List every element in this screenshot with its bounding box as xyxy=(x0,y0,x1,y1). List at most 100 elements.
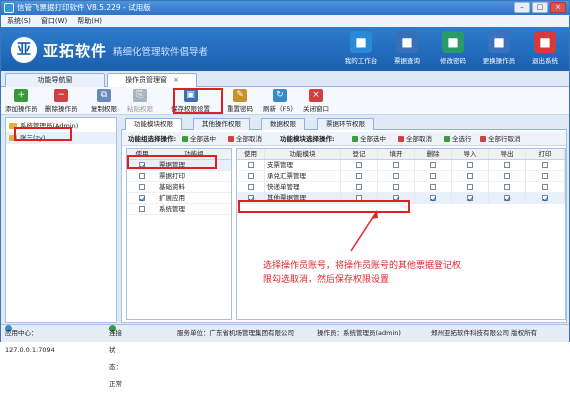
toolbar-icon: ✎ xyxy=(233,89,247,102)
monitor-icon: ■ xyxy=(350,31,372,53)
menu-bar: 系统(S) 窗口(W) 帮助(H) xyxy=(1,15,569,27)
group-select-all-button[interactable]: 全部选中 xyxy=(182,132,216,146)
module-checkbox[interactable] xyxy=(356,173,362,179)
module-checkbox[interactable] xyxy=(247,195,254,201)
annotation-text: 选择操作员账号，将操作员账号的其他票据登记权限勾选取消，然后保存权限设置 xyxy=(263,261,462,285)
menu-help[interactable]: 帮助(H) xyxy=(77,15,102,27)
tab-module-permissions[interactable]: 功能模块权限 xyxy=(125,118,182,130)
toolbar-label: 复制权限 xyxy=(91,105,117,113)
module-checkbox[interactable] xyxy=(393,162,399,168)
toolbar-button-2[interactable]: ⧉ 复制权限 xyxy=(91,88,117,113)
toolbar-icon: ⎘ xyxy=(133,89,147,102)
menu-system[interactable]: 系统(S) xyxy=(7,15,31,27)
module-name: 支票管理 xyxy=(265,160,341,170)
module-checkbox[interactable] xyxy=(393,195,399,201)
module-checkbox[interactable] xyxy=(542,184,548,190)
topnav-item[interactable]: ■ 票据查询 xyxy=(387,31,427,65)
module-checkbox[interactable] xyxy=(247,184,254,190)
tab-document-stage-permissions[interactable]: 票据环节权限 xyxy=(317,118,374,130)
topnav-label: 我的工作台 xyxy=(344,57,378,65)
group-checkbox[interactable] xyxy=(139,184,145,190)
toolbar-button-6[interactable]: ↻ 刷新（F5） xyxy=(263,88,297,113)
module-checkbox[interactable] xyxy=(504,173,510,179)
topnav-item[interactable]: ■ 我的工作台 xyxy=(341,31,381,65)
module-checkbox[interactable] xyxy=(247,162,254,168)
header-banner: 亚 亚拓软件 精细化管理软件倡导者 ■ 我的工作台 ■ 票据查询 ■ 修改密码 ■ 更换操作员… xyxy=(1,27,569,71)
module-checkbox[interactable] xyxy=(356,162,362,168)
toolbar-label: 粘贴权限 xyxy=(127,105,153,113)
group-row[interactable]: 票据管理 xyxy=(127,160,231,171)
module-col-header: 删除 xyxy=(415,149,452,159)
toolbar-icon: ▣ xyxy=(183,89,198,102)
tab-operator-manage[interactable]: 操作员管理窗 × xyxy=(107,73,197,87)
module-checkbox[interactable] xyxy=(542,162,548,168)
module-checkbox[interactable] xyxy=(356,195,362,201)
toolbar-label: 关闭窗口 xyxy=(303,105,329,113)
module-row[interactable]: 其他票据管理 xyxy=(237,193,565,204)
close-tab-icon[interactable]: × xyxy=(173,76,179,84)
module-checkbox[interactable] xyxy=(467,195,473,201)
toolbar-button-5[interactable]: ✎ 重置密码 xyxy=(227,88,253,113)
toolbar-label: 重置密码 xyxy=(227,105,253,113)
module-select-all-button[interactable]: 全部选中 xyxy=(352,132,386,146)
tab-other-permissions[interactable]: 其他操作权限 xyxy=(193,118,250,130)
module-checkbox[interactable] xyxy=(430,195,436,201)
minimize-button[interactable]: – xyxy=(514,2,530,13)
module-checkbox[interactable] xyxy=(430,184,436,190)
module-checkbox[interactable] xyxy=(356,184,362,190)
module-checkbox[interactable] xyxy=(467,184,473,190)
module-checkbox[interactable] xyxy=(504,184,510,190)
main-tab-strip: 功能导航窗 操作员管理窗 × xyxy=(1,71,569,87)
module-checkbox[interactable] xyxy=(247,173,254,179)
group-checkbox[interactable] xyxy=(139,195,145,201)
close-button[interactable]: × xyxy=(550,2,566,13)
topnav-item[interactable]: ■ 修改密码 xyxy=(433,31,473,65)
title-bar: 信管飞票据打印软件 V8.5.229 - 试用版 – □ × xyxy=(1,1,569,15)
tab-data-permissions[interactable]: 数据权限 xyxy=(261,118,305,130)
module-col-header: 导入 xyxy=(452,149,489,159)
group-checkbox[interactable] xyxy=(139,162,145,168)
group-checkbox[interactable] xyxy=(139,173,145,179)
group-row[interactable]: 票据打印 xyxy=(127,171,231,182)
module-row[interactable]: 支票管理 xyxy=(237,160,565,171)
maximize-button[interactable]: □ xyxy=(532,2,548,13)
module-checkbox[interactable] xyxy=(504,195,510,201)
module-checkbox[interactable] xyxy=(393,173,399,179)
toolbar: + 添加操作员 − 删除操作员 ⧉ 复制权限 ⎘ 粘贴权限 ▣ 保存权限设置 ✎ 重置密码 ↻ 刷新（F5… xyxy=(1,87,569,115)
toolbar-button-7[interactable]: × 关闭窗口 xyxy=(303,88,329,113)
module-row[interactable]: 承兑汇票管理 xyxy=(237,171,565,182)
module-checkbox[interactable] xyxy=(430,162,436,168)
group-cancel-all-button[interactable]: 全部取消 xyxy=(228,132,262,146)
tab-function-nav[interactable]: 功能导航窗 xyxy=(5,73,105,87)
module-checkbox[interactable] xyxy=(393,184,399,190)
select-row-button[interactable]: 全选行 xyxy=(444,132,472,146)
group-name: 系统管理 xyxy=(159,205,185,213)
brand-slogan: 精细化管理软件倡导者 xyxy=(113,47,209,58)
module-row[interactable]: 快递单管理 xyxy=(237,182,565,193)
operator-list: 系统管理员(Admin) 张三(zy) xyxy=(5,117,117,323)
group-row[interactable]: 系统管理 xyxy=(127,204,231,215)
operator-item-admin[interactable]: 系统管理员(Admin) xyxy=(6,120,116,132)
topnav-item[interactable]: ■ 更换操作员 xyxy=(479,31,519,65)
app-icon xyxy=(4,3,14,13)
module-checkbox[interactable] xyxy=(467,173,473,179)
module-checkbox[interactable] xyxy=(467,162,473,168)
topnav-label: 退出系统 xyxy=(532,57,558,65)
group-row[interactable]: 扩展应用 xyxy=(127,193,231,204)
module-checkbox[interactable] xyxy=(542,195,548,201)
operator-item-zhangsan[interactable]: 张三(zy) xyxy=(6,132,116,144)
module-cancel-all-button[interactable]: 全部取消 xyxy=(398,132,432,146)
module-checkbox[interactable] xyxy=(542,173,548,179)
module-name: 承兑汇票管理 xyxy=(265,171,341,181)
topnav-label: 更换操作员 xyxy=(482,57,516,65)
toolbar-button-1[interactable]: − 删除操作员 xyxy=(45,88,78,113)
module-checkbox[interactable] xyxy=(504,162,510,168)
group-row[interactable]: 基础资料 xyxy=(127,182,231,193)
toolbar-button-4[interactable]: ▣ 保存权限设置 xyxy=(171,88,210,113)
group-checkbox[interactable] xyxy=(139,206,145,212)
module-checkbox[interactable] xyxy=(430,173,436,179)
topnav-item[interactable]: ■ 退出系统 xyxy=(525,31,565,65)
cancel-row-button[interactable]: 全部行取消 xyxy=(480,132,521,146)
toolbar-button-0[interactable]: + 添加操作员 xyxy=(5,88,38,113)
menu-window[interactable]: 窗口(W) xyxy=(41,15,67,27)
